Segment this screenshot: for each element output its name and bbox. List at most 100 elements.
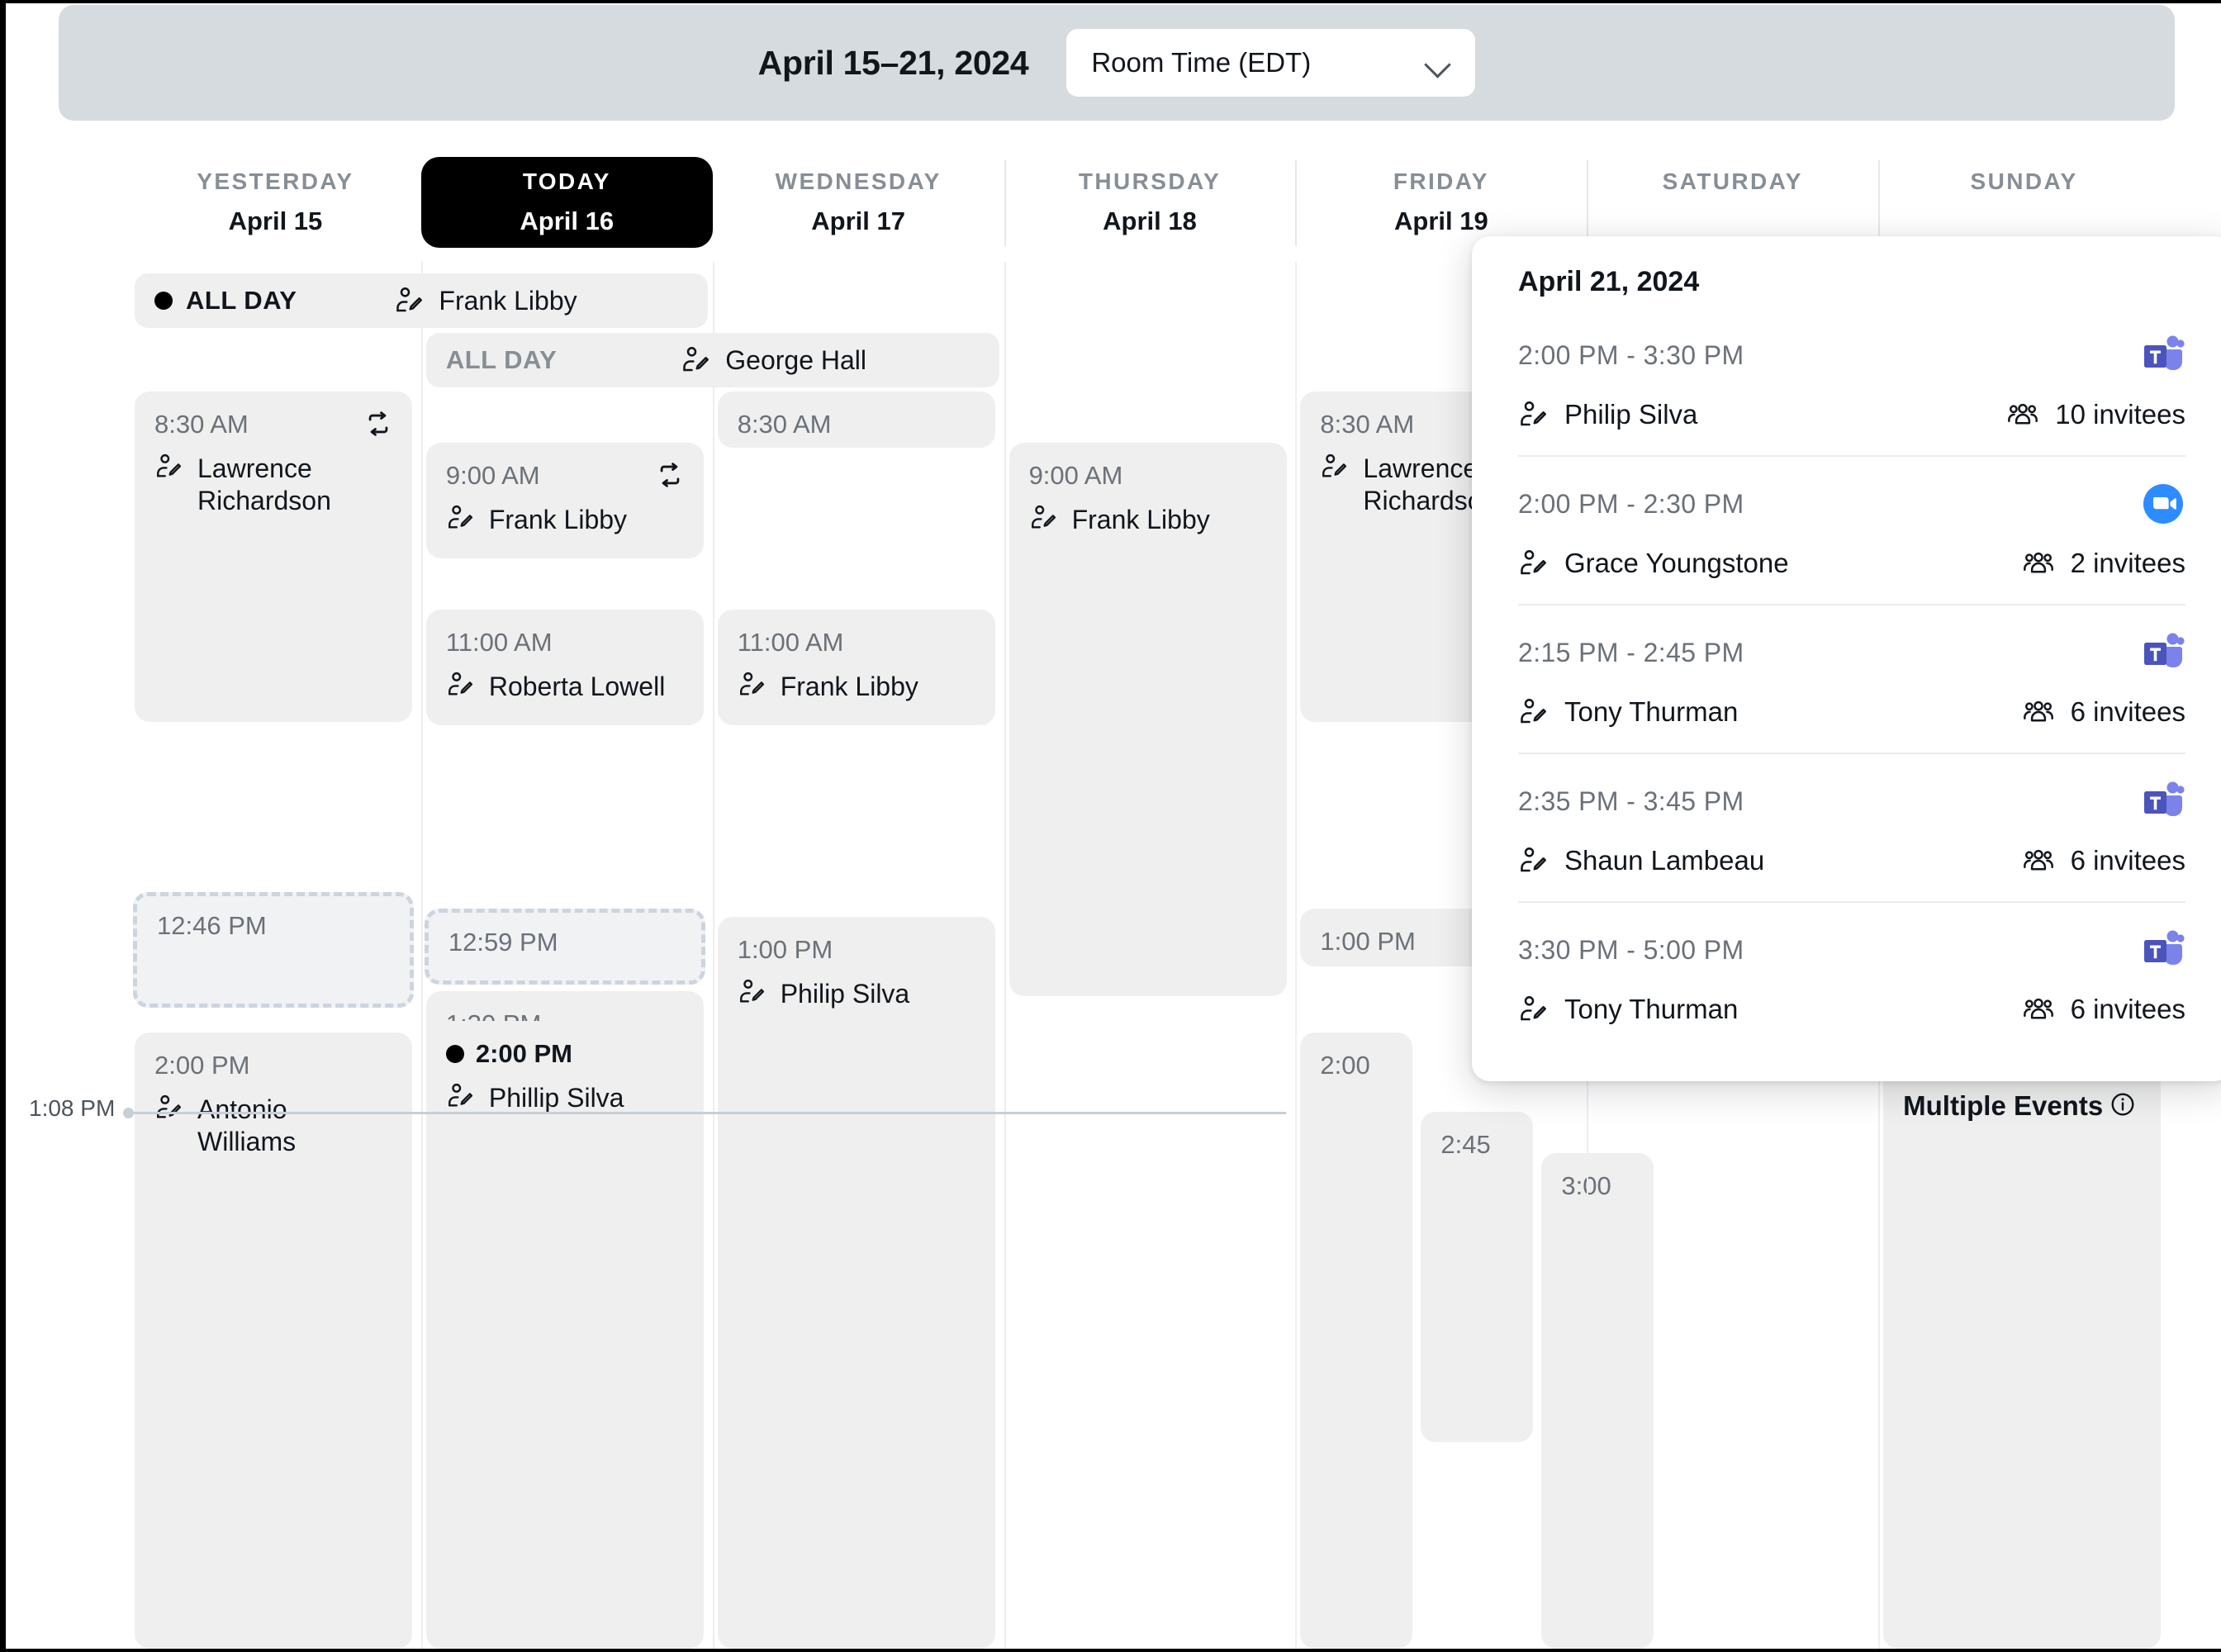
day-header-date: April 15 (228, 206, 323, 235)
event-time-text: 9:00 AM (445, 461, 540, 490)
microsoft-teams-icon (2141, 333, 2185, 377)
invitees-group-icon (2023, 548, 2054, 579)
current-time-line (123, 1108, 1286, 1118)
day-header-saturday[interactable]: SATURDAY (1587, 157, 1878, 248)
calendar-event[interactable]: 1:00 PM Philip Silva (717, 917, 995, 1649)
all-day-event[interactable]: ALL DAY Frank Libby (135, 273, 708, 328)
event-organizer-name: Frank Libby (488, 505, 628, 534)
popup-date: April 21, 2024 (1518, 266, 1700, 297)
popup-event-invitees-count: 2 invitees (2070, 548, 2185, 578)
organizer-person-pencil-icon (1518, 995, 1548, 1024)
day-header-row: YESTERDAY April 15 TODAY April 16 WEDNESDAY A… (130, 157, 2170, 248)
calendar-event[interactable]: 9:00 AM Frank Libby (1008, 443, 1287, 996)
organizer-person-pencil-icon (1029, 504, 1057, 532)
calendar-event[interactable]: 2:45 (1421, 1112, 1534, 1442)
popup-event-time: 3:30 PM - 5:00 PM (1518, 934, 1744, 965)
calendar-event[interactable]: 2:00 PM Phillip Silva (425, 1021, 704, 1649)
popup-event-organizer: Shaun Lambeau (1518, 845, 1764, 876)
calendar-event[interactable]: 12:59 PM (424, 909, 705, 985)
organizer-person-pencil-icon (446, 504, 474, 532)
popup-event-top: 2:00 PM - 3:30 PM (1518, 333, 2185, 377)
day-header-today[interactable]: TODAY April 16 (420, 157, 713, 248)
popup-event-organizer-name: Tony Thurman (1564, 994, 1739, 1024)
current-time-label: 1:08 PM (29, 1095, 116, 1121)
organizer-person-pencil-icon (154, 1094, 183, 1122)
event-time-text: 11:00 AM (445, 628, 553, 657)
popup-event-item[interactable]: 3:30 PM - 5:00 PM Tony Thurman 6 invitees (1518, 901, 2185, 1050)
organizer-person-pencil-icon (446, 671, 474, 699)
calendar-event[interactable]: 12:46 PM (133, 892, 414, 1008)
popup-event-invitees-count: 6 invitees (2070, 994, 2185, 1024)
event-time: 1:00 PM (738, 935, 975, 965)
popup-event-item[interactable]: 2:15 PM - 2:45 PM Tony Thurman 6 invitees (1518, 604, 2185, 752)
popup-event-organizer-name: Tony Thurman (1564, 696, 1739, 727)
day-header-thursday[interactable]: THURSDAY April 18 (1004, 157, 1296, 248)
organizer-person-pencil-icon (681, 345, 710, 375)
popup-event-invitees: 6 invitees (2023, 845, 2185, 876)
popup-event-time: 2:35 PM - 3:45 PM (1518, 786, 1744, 816)
popup-event-item[interactable]: 2:00 PM - 2:30 PM Grace Youngstone 2 invit… (1518, 455, 2185, 604)
event-organizer: Frank Libby (738, 671, 975, 703)
event-time-text: 8:30 AM (737, 410, 832, 439)
calendar-event[interactable]: 8:30 AM Lawrence Richardson (135, 392, 412, 722)
recurring-repeat-icon (656, 461, 684, 489)
popup-event-bottom: Grace Youngstone 2 invitees (1518, 548, 2185, 579)
event-organizer: Roberta Lowell (446, 671, 684, 703)
event-time: 2:45 (1440, 1130, 1513, 1160)
invitees-group-icon (2007, 399, 2038, 430)
all-day-label: ALL DAY (445, 345, 558, 374)
event-time-text: 2:00 PM (154, 1051, 250, 1080)
day-header-date: April 16 (520, 206, 615, 235)
invitees-group-icon (2023, 696, 2054, 728)
popup-event-item[interactable]: 2:00 PM - 3:30 PM Philip Silva 10 invitees (1518, 308, 2185, 455)
calendar-event[interactable]: 11:00 AM Roberta Lowell (425, 610, 704, 725)
calendar-event[interactable]: 2:00–5:00Multiple Events (1883, 1032, 2162, 1649)
popup-event-invitees-count: 6 invitees (2070, 845, 2185, 876)
popup-event-top: 3:30 PM - 5:00 PM (1518, 928, 2185, 972)
event-organizer-name: Antonio Williams (197, 1094, 297, 1157)
all-day-cell (1004, 321, 1296, 401)
popup-event-bottom: Tony Thurman 6 invitees (1518, 696, 2185, 728)
organizer-person-pencil-icon (446, 1082, 474, 1110)
calendar-event[interactable]: 8:30 AM (717, 392, 995, 448)
microsoft-teams-icon (2141, 630, 2185, 675)
day-header-date: April 19 (1394, 206, 1488, 235)
calendar-header-bar: April 15–21, 2024 Room Time (EDT) (59, 5, 2175, 121)
event-time-text: 12:46 PM (157, 911, 267, 940)
day-header-yesterday[interactable]: YESTERDAY April 15 (130, 157, 421, 248)
popup-event-item[interactable]: 2:35 PM - 3:45 PM Shaun Lambeau 6 invitees (1518, 752, 2185, 901)
popup-event-top: 2:35 PM - 3:45 PM (1518, 779, 2185, 824)
calendar-event[interactable]: 9:00 AM Frank Libby (425, 443, 704, 558)
day-header-friday[interactable]: FRIDAY April 19 (1295, 157, 1587, 248)
event-status-dot (154, 292, 173, 310)
event-time: 2:00 PM (445, 1039, 684, 1069)
calendar-event[interactable]: 2:00 (1300, 1032, 1413, 1649)
info-circle-icon[interactable] (2109, 1091, 2136, 1118)
recurring-repeat-icon (364, 410, 392, 438)
popup-event-time: 2:00 PM - 2:30 PM (1518, 488, 1744, 519)
chevron-down-icon (1426, 55, 1450, 70)
all-day-cell (712, 262, 1004, 341)
all-day-organizer: Frank Libby (394, 286, 577, 316)
day-header-date: April 18 (1103, 206, 1197, 235)
event-organizer-name: Philip Silva (780, 979, 910, 1009)
microsoft-teams-icon (2141, 779, 2185, 824)
day-header-wednesday[interactable]: WEDNESDAY April 17 (713, 157, 1004, 248)
event-time-text: 2:00 PM (475, 1039, 573, 1068)
event-time-text: 1:00 PM (737, 935, 833, 964)
timezone-select[interactable]: Room Time (EDT) (1066, 29, 1476, 97)
all-day-event[interactable]: ALL DAY George Hall (425, 333, 999, 387)
popup-event-top: 2:15 PM - 2:45 PM (1518, 630, 2185, 675)
calendar-event[interactable]: 11:00 AM Frank Libby (717, 610, 995, 725)
event-organizer: Philip Silva (738, 978, 975, 1010)
event-organizer-name: Phillip Silva (488, 1083, 624, 1113)
calendar-event[interactable]: 2:00 PM Antonio Williams (135, 1032, 412, 1649)
calendar-app: April 15–21, 2024 Room Time (EDT) YESTER… (0, 0, 2221, 1652)
event-status-dot (445, 1045, 464, 1063)
event-time: 2:00 (1320, 1051, 1393, 1080)
microsoft-teams-icon (2141, 928, 2185, 972)
day-header-sunday[interactable]: SUNDAY (1878, 157, 2170, 248)
event-time-text: 2:00 (1320, 1051, 1370, 1080)
organizer-person-pencil-icon (1518, 548, 1548, 578)
popup-event-organizer-name: Shaun Lambeau (1564, 845, 1765, 876)
